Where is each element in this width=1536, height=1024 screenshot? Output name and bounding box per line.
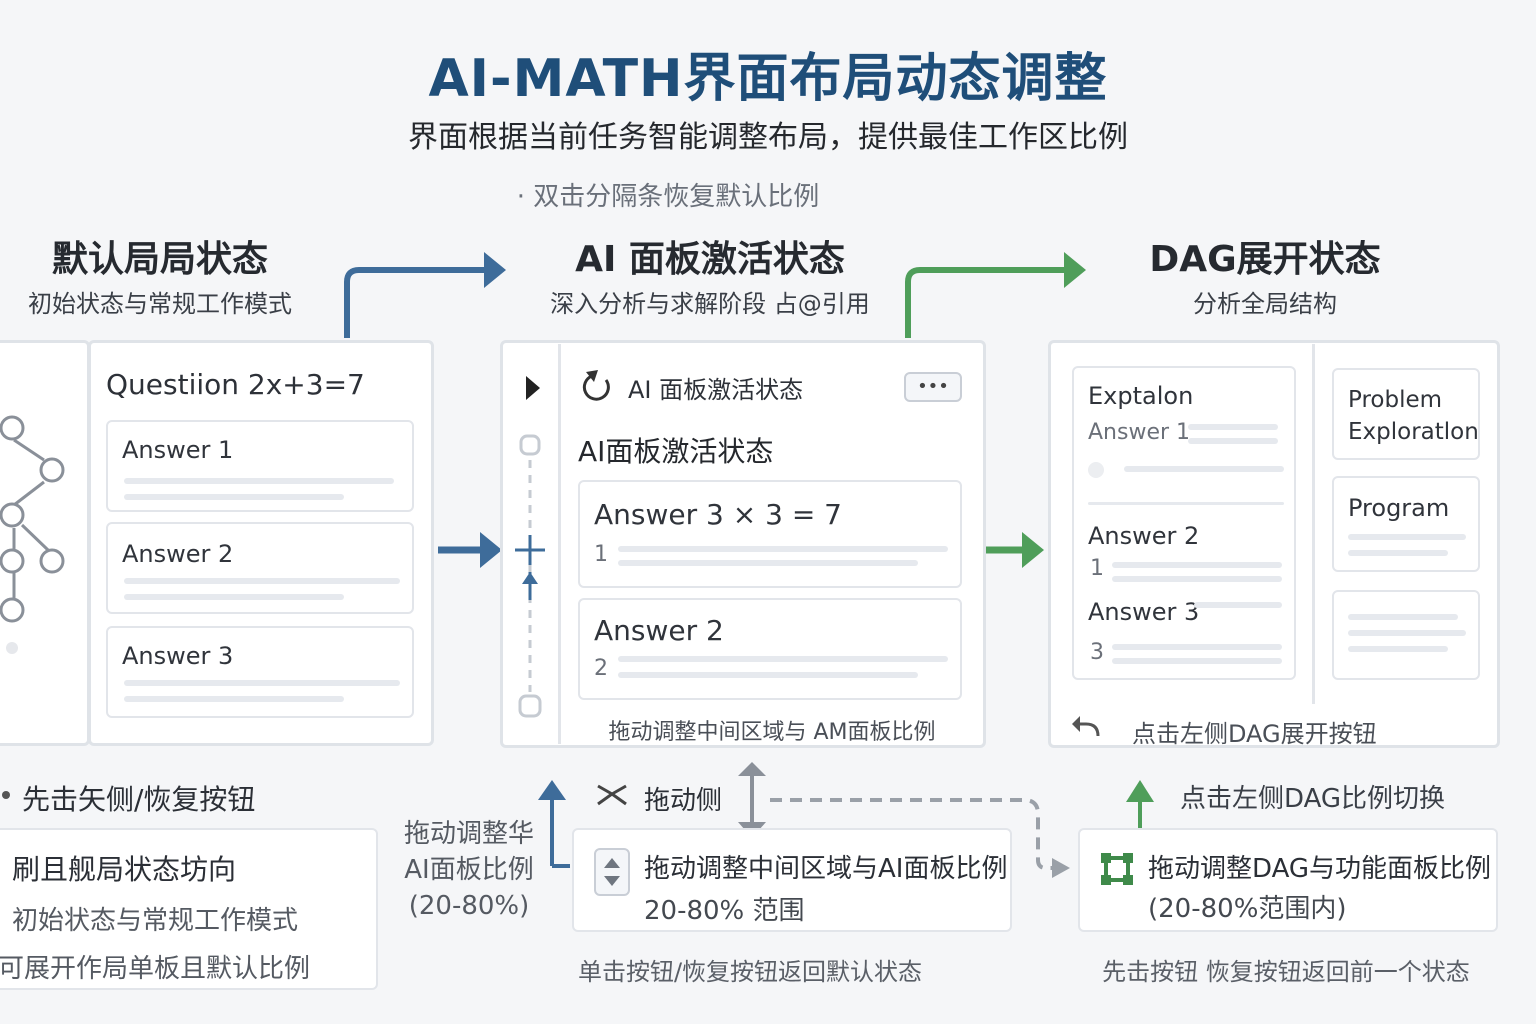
ai-answer-num: 2: [594, 656, 608, 681]
ai-answer-label: Answer 2: [594, 614, 724, 647]
ai-answer-card[interactable]: Answer 3 × 3 = 7 1: [578, 480, 962, 588]
dag-resize-range: (20-80%范围内): [1148, 894, 1347, 924]
dag-resize-card[interactable]: 拖动调整DAG与功能面板比例 (20-80%范围内): [1078, 828, 1498, 932]
dag-state-title: DAG展开状态: [1149, 239, 1381, 280]
dag-item-label: Answer 3: [1088, 598, 1200, 626]
ai-answer-card[interactable]: Answer 2 2: [578, 598, 962, 700]
default-state-note-card: 刷且舰局状态坊向 初始状态与常规工作模式 可展开作局单板且默认比例: [0, 828, 378, 990]
answer-card[interactable]: Answer 2: [106, 522, 414, 614]
reset-hint: · 双击分隔条恢复默认比例: [516, 182, 820, 212]
ai-ratio-note: 拖动调整华 AI面板比例 (20-80%): [396, 816, 542, 924]
page-subtitle: 界面根据当前任务智能调整布局，提供最佳工作区比例: [408, 120, 1128, 155]
answer-label: Answer 1: [122, 436, 234, 464]
answer-label: Answer 3: [122, 642, 234, 670]
dag-right-card[interactable]: [1332, 590, 1480, 680]
dag-item-label: Answer 2: [1088, 522, 1200, 550]
dag-state-subtitle: 分析全局结构: [1193, 290, 1337, 318]
more-button[interactable]: •••: [904, 372, 962, 402]
ai-panel-title: AI面板激活状态: [578, 435, 774, 468]
page-title: AI-MATH界面布局动态调整: [428, 49, 1108, 109]
ai-ratio-note-line: 拖动调整华: [403, 819, 534, 849]
dag-panel-footer: 点击左侧DAG展开按钮: [1132, 720, 1377, 748]
dag-item-sub: Answer 1: [1088, 420, 1191, 445]
expand-icon: [1101, 853, 1133, 885]
restore-button-label: 先击矢侧/恢复按钮: [22, 783, 256, 816]
ai-panel-header: AI 面板激活状态: [628, 376, 804, 404]
ai-state-subtitle: 深入分析与求解阶段 占@引用: [550, 290, 870, 318]
dag-toggle-label: 点击左侧DAG比例切换: [1180, 784, 1446, 814]
note-line-1: 刷且舰局状态坊向: [12, 853, 237, 886]
dag-item-label: Exptalon: [1088, 382, 1194, 410]
ai-resize-title: 拖动调整中间区域与AI面板比例: [644, 854, 1008, 884]
stepper-control[interactable]: [594, 848, 630, 896]
answer-card[interactable]: Answer 1: [106, 420, 414, 512]
ai-panel-divider: [558, 344, 561, 744]
dag-left-column: Exptalon Answer 1 Answer 2 1 Answer 3 3: [1072, 366, 1296, 680]
dag-right-label: Program: [1348, 494, 1450, 522]
stepper-arrows-icon: [604, 858, 620, 886]
answer-card[interactable]: Answer 3: [106, 626, 414, 718]
dag-panel-divider: [1312, 344, 1315, 704]
answer-label: Answer 2: [122, 540, 234, 568]
question-text: Questiion 2x+3=7: [106, 368, 365, 401]
dag-item-sub: 3: [1090, 640, 1104, 665]
note-line-2: 初始状态与常规工作模式: [12, 906, 299, 936]
dag-item-sub: 1: [1090, 556, 1104, 581]
ai-panel-footer: 拖动调整中间区域与 AM面板比例: [608, 720, 936, 745]
loading-dot-icon: [1088, 462, 1104, 478]
ai-resize-footer: 单击按钮/恢复按钮返回默认状态: [577, 958, 923, 986]
dag-right-card[interactable]: Program: [1332, 476, 1480, 572]
dag-resize-footer: 先击按钮 恢复按钮返回前一个状态: [1102, 958, 1470, 986]
ai-answer-label: Answer 3 × 3 = 7: [594, 498, 842, 531]
default-state-title: 默认局局状态: [51, 239, 268, 280]
ai-ratio-note-line: AI面板比例: [404, 855, 534, 885]
dag-right-card[interactable]: Problem Exploratlon: [1332, 368, 1480, 460]
drag-label: 拖动侧: [644, 786, 723, 816]
default-state-subtitle: 初始状态与常规工作模式: [28, 290, 292, 318]
up-arrow-to-dag-panel: [1126, 780, 1154, 828]
ai-resize-range: 20-80% 范围: [644, 896, 805, 926]
ai-resize-card[interactable]: 拖动调整中间区域与AI面板比例 20-80% 范围: [572, 828, 1012, 932]
ai-state-title: AI 面板激活状态: [575, 239, 845, 280]
note-line-3: 可展开作局单板且默认比例: [0, 954, 311, 984]
ai-ratio-note-line: (20-80%): [408, 891, 530, 921]
dag-right-label: Problem Exploratlon: [1348, 387, 1479, 445]
ai-answer-num: 1: [594, 542, 608, 567]
dag-resize-title: 拖动调整DAG与功能面板比例: [1148, 854, 1492, 884]
